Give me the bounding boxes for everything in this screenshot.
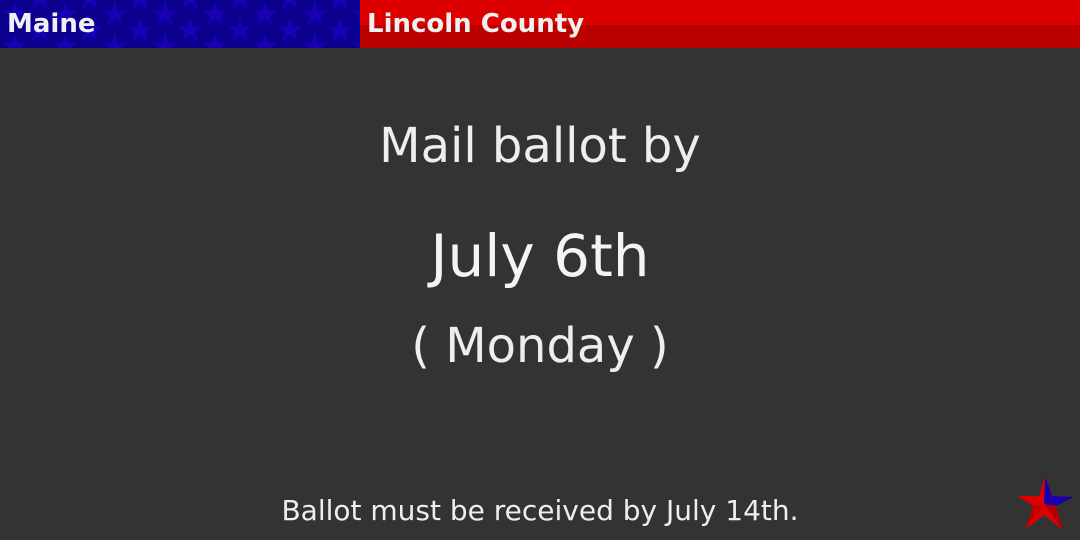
deadline-weekday: ( Monday ) [411, 318, 669, 374]
received-by-note: Ballot must be received by July 14th. [281, 494, 799, 527]
state-banner: Maine [0, 0, 360, 48]
header-bar: Maine Lincoln County [0, 0, 1080, 48]
county-name: Lincoln County [367, 9, 585, 39]
state-name: Maine [7, 9, 96, 39]
star-icon [1018, 476, 1074, 530]
county-banner: Lincoln County [360, 0, 1080, 48]
intro-text: Mail ballot by [379, 118, 701, 174]
deadline-date: July 6th [430, 222, 650, 290]
